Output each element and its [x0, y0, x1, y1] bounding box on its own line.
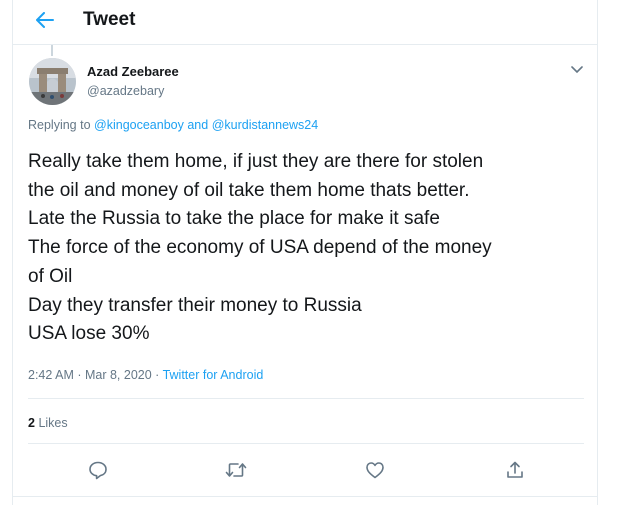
likes-count[interactable]: 2 Likes [28, 416, 68, 430]
avatar[interactable] [29, 58, 76, 105]
like-icon [365, 460, 385, 485]
arrow-left-icon [36, 11, 54, 33]
source-link[interactable]: Twitter for Android [163, 368, 264, 382]
likes-number: 2 [28, 416, 35, 430]
tweet-column: Tweet Azad Zeebaree @azadzebary Replying… [12, 0, 598, 505]
timestamp[interactable]: 2:42 AM · Mar 8, 2020 · [28, 368, 163, 382]
likes-label: Likes [38, 416, 68, 430]
divider [28, 398, 584, 399]
mention-link[interactable]: @kingoceanboy [94, 118, 184, 132]
author-handle[interactable]: @azadzebary [87, 84, 164, 98]
tweet-line: Late the Russia to take the place for ma… [28, 208, 440, 230]
author-name[interactable]: Azad Zeebaree [87, 64, 179, 79]
tweet-line: the oil and money of oil take them home … [28, 179, 470, 201]
thread-connector [51, 45, 53, 56]
replying-to-label: Replying to [28, 118, 91, 132]
page-title: Tweet [83, 9, 136, 30]
tweet-line: The force of the economy of USA depend o… [28, 237, 492, 259]
more-options-button[interactable] [567, 60, 587, 80]
mention-conjunction: and [187, 118, 209, 132]
like-button[interactable] [362, 459, 388, 485]
reply-button[interactable] [85, 459, 111, 485]
tweet-line: Really take them home, if just they are … [28, 151, 484, 172]
share-icon [505, 460, 525, 485]
retweet-button[interactable] [223, 459, 249, 485]
header: Tweet [13, 0, 597, 45]
tweet-line: of Oil [28, 265, 73, 287]
mention-link[interactable]: @kurdistannews24 [212, 118, 319, 132]
share-button[interactable] [502, 459, 528, 485]
replying-to: Replying to @kingoceanboy and @kurdistan… [28, 118, 318, 132]
tweet-line: USA lose 30% [28, 323, 150, 345]
tweet-text: Really take them home, if just they are … [28, 148, 596, 349]
back-button[interactable] [31, 8, 59, 36]
tweet-line: Day they transfer their money to Russia [28, 294, 362, 316]
divider [13, 496, 597, 497]
divider [28, 443, 584, 444]
chevron-down-icon [571, 61, 583, 79]
retweet-icon [225, 460, 247, 485]
tweet-meta: 2:42 AM · Mar 8, 2020 · Twitter for Andr… [28, 368, 263, 382]
reply-icon [88, 460, 108, 485]
